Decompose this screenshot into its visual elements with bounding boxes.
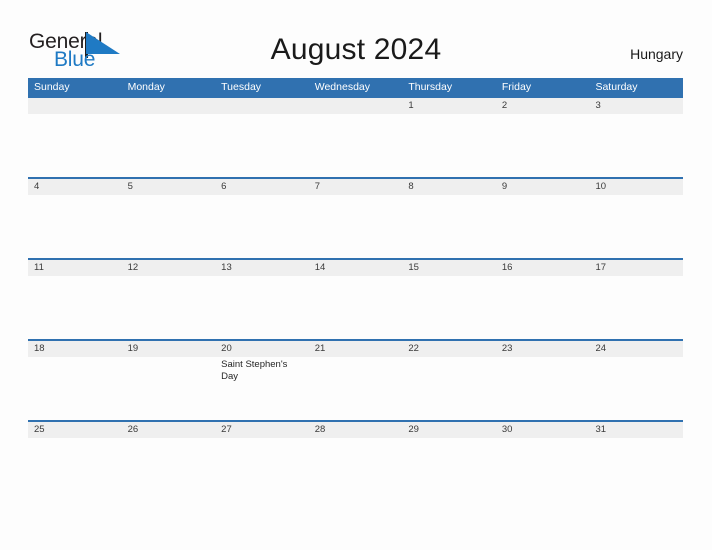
day-cell[interactable] <box>309 357 403 420</box>
week-event-band: Saint Stephen's Day <box>28 357 683 420</box>
day-number[interactable]: 15 <box>402 260 496 276</box>
weekday-header-tuesday: Tuesday <box>221 81 262 93</box>
day-cell[interactable] <box>215 276 309 339</box>
day-cell[interactable] <box>496 114 590 177</box>
calendar-week-row: 25 26 27 28 29 30 31 <box>28 420 683 501</box>
holiday-label: Saint Stephen's Day <box>221 359 288 382</box>
day-number[interactable]: 10 <box>589 179 683 195</box>
day-number[interactable]: 12 <box>122 260 216 276</box>
day-cell[interactable] <box>589 114 683 177</box>
day-cell[interactable] <box>215 195 309 258</box>
weekday-header-monday: Monday <box>127 81 165 93</box>
day-cell[interactable] <box>215 114 309 177</box>
calendar-week-row: 18 19 20 21 22 23 24 Saint Stephen's Day <box>28 339 683 420</box>
day-cell[interactable] <box>28 438 122 501</box>
page-title: August 2024 <box>270 33 442 66</box>
day-cell[interactable] <box>402 357 496 420</box>
day-cell[interactable] <box>496 195 590 258</box>
week-event-band <box>28 195 683 258</box>
day-number[interactable]: 28 <box>309 422 403 438</box>
day-cell[interactable] <box>589 438 683 501</box>
weekday-header-thursday: Thursday <box>408 81 453 93</box>
day-cell[interactable] <box>309 438 403 501</box>
day-number[interactable]: 1 <box>402 98 496 114</box>
day-cell[interactable] <box>402 195 496 258</box>
day-number[interactable]: 31 <box>589 422 683 438</box>
day-number[interactable]: 26 <box>122 422 216 438</box>
day-cell[interactable] <box>122 357 216 420</box>
day-number[interactable]: 5 <box>122 179 216 195</box>
day-cell[interactable] <box>402 114 496 177</box>
day-cell[interactable] <box>589 195 683 258</box>
week-date-band: 4 5 6 7 8 9 10 <box>28 177 683 195</box>
day-cell[interactable] <box>28 276 122 339</box>
day-number[interactable]: 20 <box>215 341 309 357</box>
day-number[interactable]: 29 <box>402 422 496 438</box>
week-date-band: 11 12 13 14 15 16 17 <box>28 258 683 276</box>
day-number[interactable]: 8 <box>402 179 496 195</box>
day-number[interactable]: 11 <box>28 260 122 276</box>
day-number[interactable]: 14 <box>309 260 403 276</box>
page-header: General Blue August 2024 Hungary <box>0 0 712 76</box>
country-label: Hungary <box>630 46 683 62</box>
day-number[interactable]: 19 <box>122 341 216 357</box>
day-cell[interactable] <box>402 276 496 339</box>
day-cell[interactable] <box>309 195 403 258</box>
week-event-band <box>28 114 683 177</box>
day-cell[interactable] <box>122 114 216 177</box>
week-date-band: 1 2 3 <box>28 96 683 114</box>
day-cell[interactable] <box>402 438 496 501</box>
day-cell[interactable] <box>589 276 683 339</box>
day-number[interactable]: 30 <box>496 422 590 438</box>
weekday-header-row: Sunday Monday Tuesday Wednesday Thursday… <box>28 78 683 96</box>
calendar-week-row: 4 5 6 7 8 9 10 <box>28 177 683 258</box>
day-cell-holiday[interactable]: Saint Stephen's Day <box>215 357 309 420</box>
day-cell[interactable] <box>496 276 590 339</box>
day-number[interactable]: 24 <box>589 341 683 357</box>
day-number[interactable] <box>28 98 122 114</box>
day-cell[interactable] <box>122 276 216 339</box>
week-event-band <box>28 438 683 501</box>
day-cell[interactable] <box>309 114 403 177</box>
day-cell[interactable] <box>215 438 309 501</box>
day-cell[interactable] <box>122 195 216 258</box>
day-number[interactable]: 2 <box>496 98 590 114</box>
calendar-week-row: 11 12 13 14 15 16 17 <box>28 258 683 339</box>
day-number[interactable] <box>309 98 403 114</box>
day-number[interactable]: 6 <box>215 179 309 195</box>
day-number[interactable]: 16 <box>496 260 590 276</box>
weekday-header-wednesday: Wednesday <box>314 81 370 93</box>
calendar-week-row: 1 2 3 <box>28 96 683 177</box>
day-number[interactable]: 22 <box>402 341 496 357</box>
day-number[interactable]: 9 <box>496 179 590 195</box>
day-number[interactable]: 4 <box>28 179 122 195</box>
day-cell[interactable] <box>496 438 590 501</box>
day-number[interactable] <box>122 98 216 114</box>
week-event-band <box>28 276 683 339</box>
day-cell[interactable] <box>28 195 122 258</box>
weekday-header-saturday: Saturday <box>595 81 638 93</box>
calendar-page: General Blue August 2024 Hungary Sunday … <box>0 0 712 550</box>
day-number[interactable]: 27 <box>215 422 309 438</box>
day-cell[interactable] <box>28 357 122 420</box>
day-number[interactable] <box>215 98 309 114</box>
day-number[interactable]: 23 <box>496 341 590 357</box>
day-cell[interactable] <box>122 438 216 501</box>
week-date-band: 18 19 20 21 22 23 24 <box>28 339 683 357</box>
day-number[interactable]: 17 <box>589 260 683 276</box>
day-cell[interactable] <box>589 357 683 420</box>
day-number[interactable]: 18 <box>28 341 122 357</box>
day-number[interactable]: 3 <box>589 98 683 114</box>
weekday-header-sunday: Sunday <box>34 81 70 93</box>
day-number[interactable]: 7 <box>309 179 403 195</box>
day-number[interactable]: 13 <box>215 260 309 276</box>
day-cell[interactable] <box>496 357 590 420</box>
day-cell[interactable] <box>309 276 403 339</box>
day-number[interactable]: 25 <box>28 422 122 438</box>
day-number[interactable]: 21 <box>309 341 403 357</box>
weekday-header-friday: Friday <box>501 81 532 93</box>
day-cell[interactable] <box>28 114 122 177</box>
week-date-band: 25 26 27 28 29 30 31 <box>28 420 683 438</box>
calendar-grid: Sunday Monday Tuesday Wednesday Thursday… <box>28 78 683 501</box>
